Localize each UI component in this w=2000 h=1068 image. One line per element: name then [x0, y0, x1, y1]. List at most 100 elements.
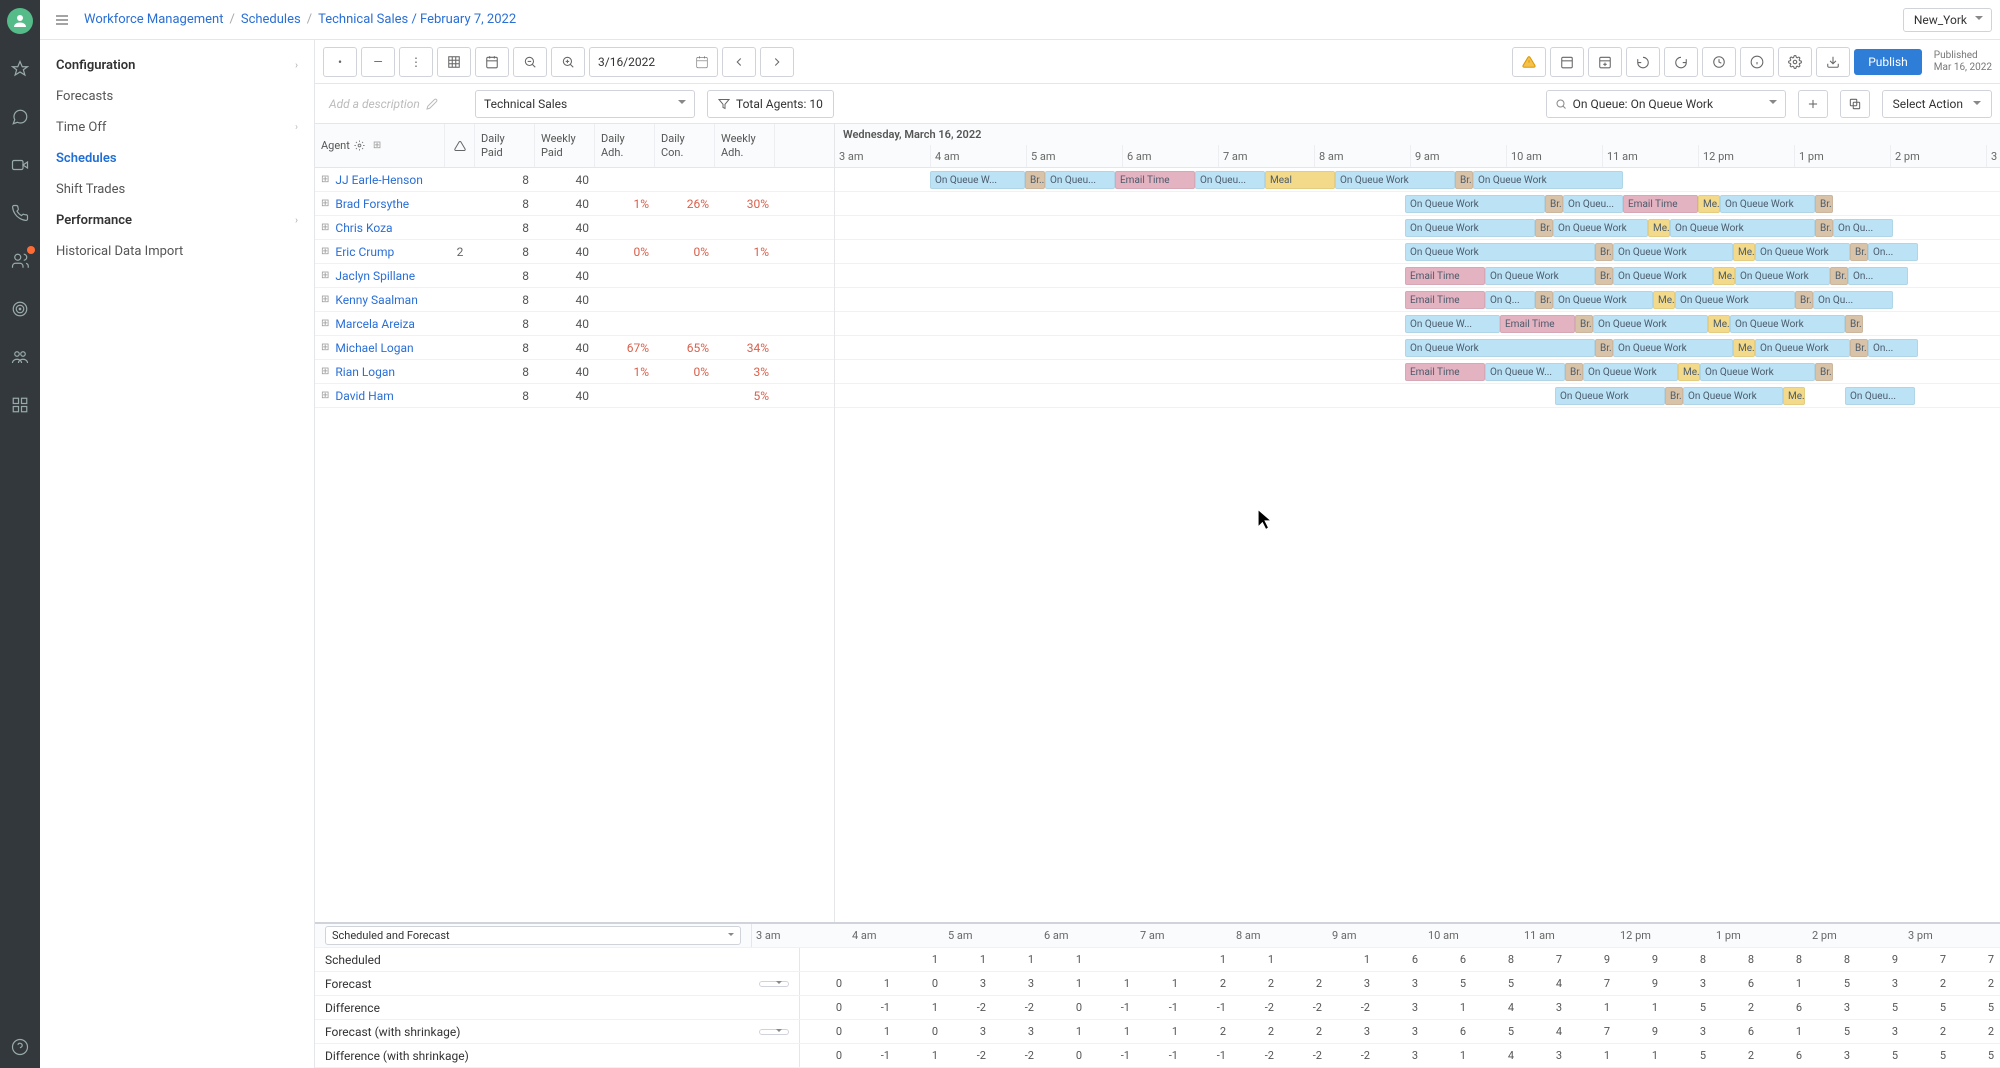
- publish-button[interactable]: Publish: [1854, 49, 1922, 75]
- crumb-detail[interactable]: Technical Sales / February 7, 2022: [318, 12, 516, 27]
- schedule-bar[interactable]: On Queu...: [1045, 171, 1115, 189]
- schedule-bar[interactable]: Br...: [1535, 219, 1553, 237]
- agents-count[interactable]: Total Agents: 10: [707, 90, 834, 118]
- schedule-bar[interactable]: On Queue Work: [1335, 171, 1455, 189]
- schedule-bar[interactable]: On Qu...: [1813, 291, 1893, 309]
- schedule-bar[interactable]: Br...: [1815, 195, 1833, 213]
- schedule-row[interactable]: Email TimeOn Q...Br...On Queue WorkMe...…: [835, 288, 2000, 312]
- schedule-bar[interactable]: Me...: [1708, 315, 1730, 333]
- schedule-bar[interactable]: Br...: [1595, 339, 1613, 357]
- schedule-bar[interactable]: Br...: [1665, 387, 1683, 405]
- schedule-bar[interactable]: Br...: [1795, 291, 1813, 309]
- expand-icon[interactable]: ⊞: [321, 342, 329, 353]
- schedule-bar[interactable]: On Queue Work: [1485, 267, 1595, 285]
- tb-prev[interactable]: [722, 47, 756, 77]
- schedule-bar[interactable]: On Queue Work: [1593, 315, 1708, 333]
- schedule-bar[interactable]: On...: [1868, 339, 1918, 357]
- schedule-bar[interactable]: On...: [1848, 267, 1908, 285]
- schedule-bar[interactable]: On Queue Work: [1675, 291, 1795, 309]
- schedule-bar[interactable]: On Queue Work: [1720, 195, 1815, 213]
- queue-search[interactable]: On Queue: On Queue Work: [1546, 90, 1786, 118]
- schedule-bar[interactable]: On Queue Work: [1735, 267, 1830, 285]
- schedule-row[interactable]: On Queue WorkBr...On Queue WorkMe...On Q…: [835, 216, 2000, 240]
- agent-name[interactable]: Marcela Areiza: [335, 317, 415, 331]
- schedule-bar[interactable]: Br...: [1830, 267, 1848, 285]
- schedule-bar[interactable]: On Queu...: [1563, 195, 1623, 213]
- chat-icon[interactable]: [7, 104, 33, 130]
- schedule-bar[interactable]: Me...: [1678, 363, 1700, 381]
- description-input[interactable]: Add a description: [323, 97, 463, 111]
- schedule-bar[interactable]: Email Time: [1405, 267, 1485, 285]
- schedule-bar[interactable]: On Queue Work: [1613, 267, 1713, 285]
- schedule-bar[interactable]: On Queue Work: [1555, 387, 1665, 405]
- schedule-bar[interactable]: On...: [1868, 243, 1918, 261]
- schedule-row[interactable]: On Queue WorkBr...On Queue WorkMe...On Q…: [835, 240, 2000, 264]
- expand-icon[interactable]: ⊞: [321, 366, 329, 377]
- tb-add-icon[interactable]: [1798, 90, 1828, 118]
- tb-dot[interactable]: •: [323, 47, 357, 77]
- schedule-bar[interactable]: On Queue Work: [1613, 339, 1733, 357]
- menu-toggle[interactable]: [48, 6, 76, 34]
- schedule-bar[interactable]: Br...: [1850, 243, 1868, 261]
- sidebar-historical[interactable]: Historical Data Import: [40, 236, 314, 267]
- hdr-wpaid[interactable]: WeeklyPaid: [535, 124, 595, 167]
- sidebar-forecasts[interactable]: Forecasts: [40, 81, 314, 112]
- schedule-bar[interactable]: Me...: [1713, 267, 1735, 285]
- agent-name[interactable]: Rian Logan: [335, 365, 395, 379]
- expand-icon[interactable]: ⊞: [321, 222, 329, 233]
- date-input[interactable]: 3/16/2022: [589, 47, 718, 77]
- tb-dash[interactable]: —: [361, 47, 395, 77]
- tb-more[interactable]: ⋮: [399, 47, 433, 77]
- tb-warning-icon[interactable]: [1512, 47, 1546, 77]
- schedule-bar[interactable]: Br...: [1815, 363, 1833, 381]
- agent-name[interactable]: Kenny Saalman: [335, 293, 417, 307]
- schedule-bar[interactable]: On Queu...: [1845, 387, 1915, 405]
- schedule-bar[interactable]: On Queu...: [1195, 171, 1265, 189]
- tb-history-icon[interactable]: [1702, 47, 1736, 77]
- schedule-bar[interactable]: Email Time: [1623, 195, 1698, 213]
- schedule-bar[interactable]: On Queue Work: [1700, 363, 1815, 381]
- schedule-bar[interactable]: Br...: [1535, 291, 1553, 309]
- schedule-bar[interactable]: On Queue Work: [1730, 315, 1845, 333]
- sidebar-shifttrades[interactable]: Shift Trades: [40, 174, 314, 205]
- hdr-dadh[interactable]: DailyAdh.: [595, 124, 655, 167]
- tb-undo[interactable]: [1626, 47, 1660, 77]
- schedule-row[interactable]: Email TimeOn Queue W...Br...On Queue Wor…: [835, 360, 2000, 384]
- agent-name[interactable]: JJ Earle-Henson: [335, 173, 422, 187]
- help-icon[interactable]: [7, 1034, 33, 1060]
- agent-name[interactable]: David Ham: [335, 389, 393, 403]
- apps-icon[interactable]: [7, 392, 33, 418]
- timezone-select[interactable]: New_York: [1903, 8, 1992, 32]
- schedule-bar[interactable]: Br...: [1850, 339, 1868, 357]
- agent-name[interactable]: Chris Koza: [335, 221, 392, 235]
- schedule-row[interactable]: On Queue W...Email TimeBr...On Queue Wor…: [835, 312, 2000, 336]
- video-icon[interactable]: [7, 152, 33, 178]
- schedule-bar[interactable]: On Q...: [1485, 291, 1535, 309]
- agent-name[interactable]: Brad Forsythe: [335, 197, 409, 211]
- schedule-bar[interactable]: On Queue Work: [1405, 219, 1535, 237]
- schedule-bar[interactable]: Br...: [1575, 315, 1593, 333]
- crumb-wfm[interactable]: Workforce Management: [84, 12, 223, 27]
- expand-icon[interactable]: ⊞: [321, 198, 329, 209]
- expand-icon[interactable]: ⊞: [321, 390, 329, 401]
- expand-icon[interactable]: ⊞: [321, 294, 329, 305]
- tb-download-icon[interactable]: [1816, 47, 1850, 77]
- schedule-row[interactable]: On Queue WorkBr...On Queue WorkMe...On Q…: [835, 384, 2000, 408]
- agent-name[interactable]: Jaclyn Spillane: [335, 269, 415, 283]
- tb-copy-icon[interactable]: [1840, 90, 1870, 118]
- schedule-bar[interactable]: Email Time: [1115, 171, 1195, 189]
- tb-info-icon[interactable]: [1740, 47, 1774, 77]
- schedule-bar[interactable]: Br...: [1595, 267, 1613, 285]
- schedule-bar[interactable]: Br...: [1025, 171, 1045, 189]
- sidebar-performance[interactable]: Performance›: [40, 205, 314, 236]
- schedule-bar[interactable]: On Queue Work: [1553, 291, 1653, 309]
- schedule-bar[interactable]: On Queue Work: [1613, 243, 1733, 261]
- schedule-bar[interactable]: Me...: [1783, 387, 1805, 405]
- schedule-bar[interactable]: Br...: [1595, 243, 1613, 261]
- expand-icon[interactable]: ⊞: [321, 174, 329, 185]
- schedule-bar[interactable]: On Queue Work: [1670, 219, 1815, 237]
- schedule-bar[interactable]: On Queue Work: [1405, 339, 1595, 357]
- agent-name[interactable]: Michael Logan: [335, 341, 413, 355]
- hdr-wadh[interactable]: WeeklyAdh.: [715, 124, 775, 167]
- phone-icon[interactable]: [7, 200, 33, 226]
